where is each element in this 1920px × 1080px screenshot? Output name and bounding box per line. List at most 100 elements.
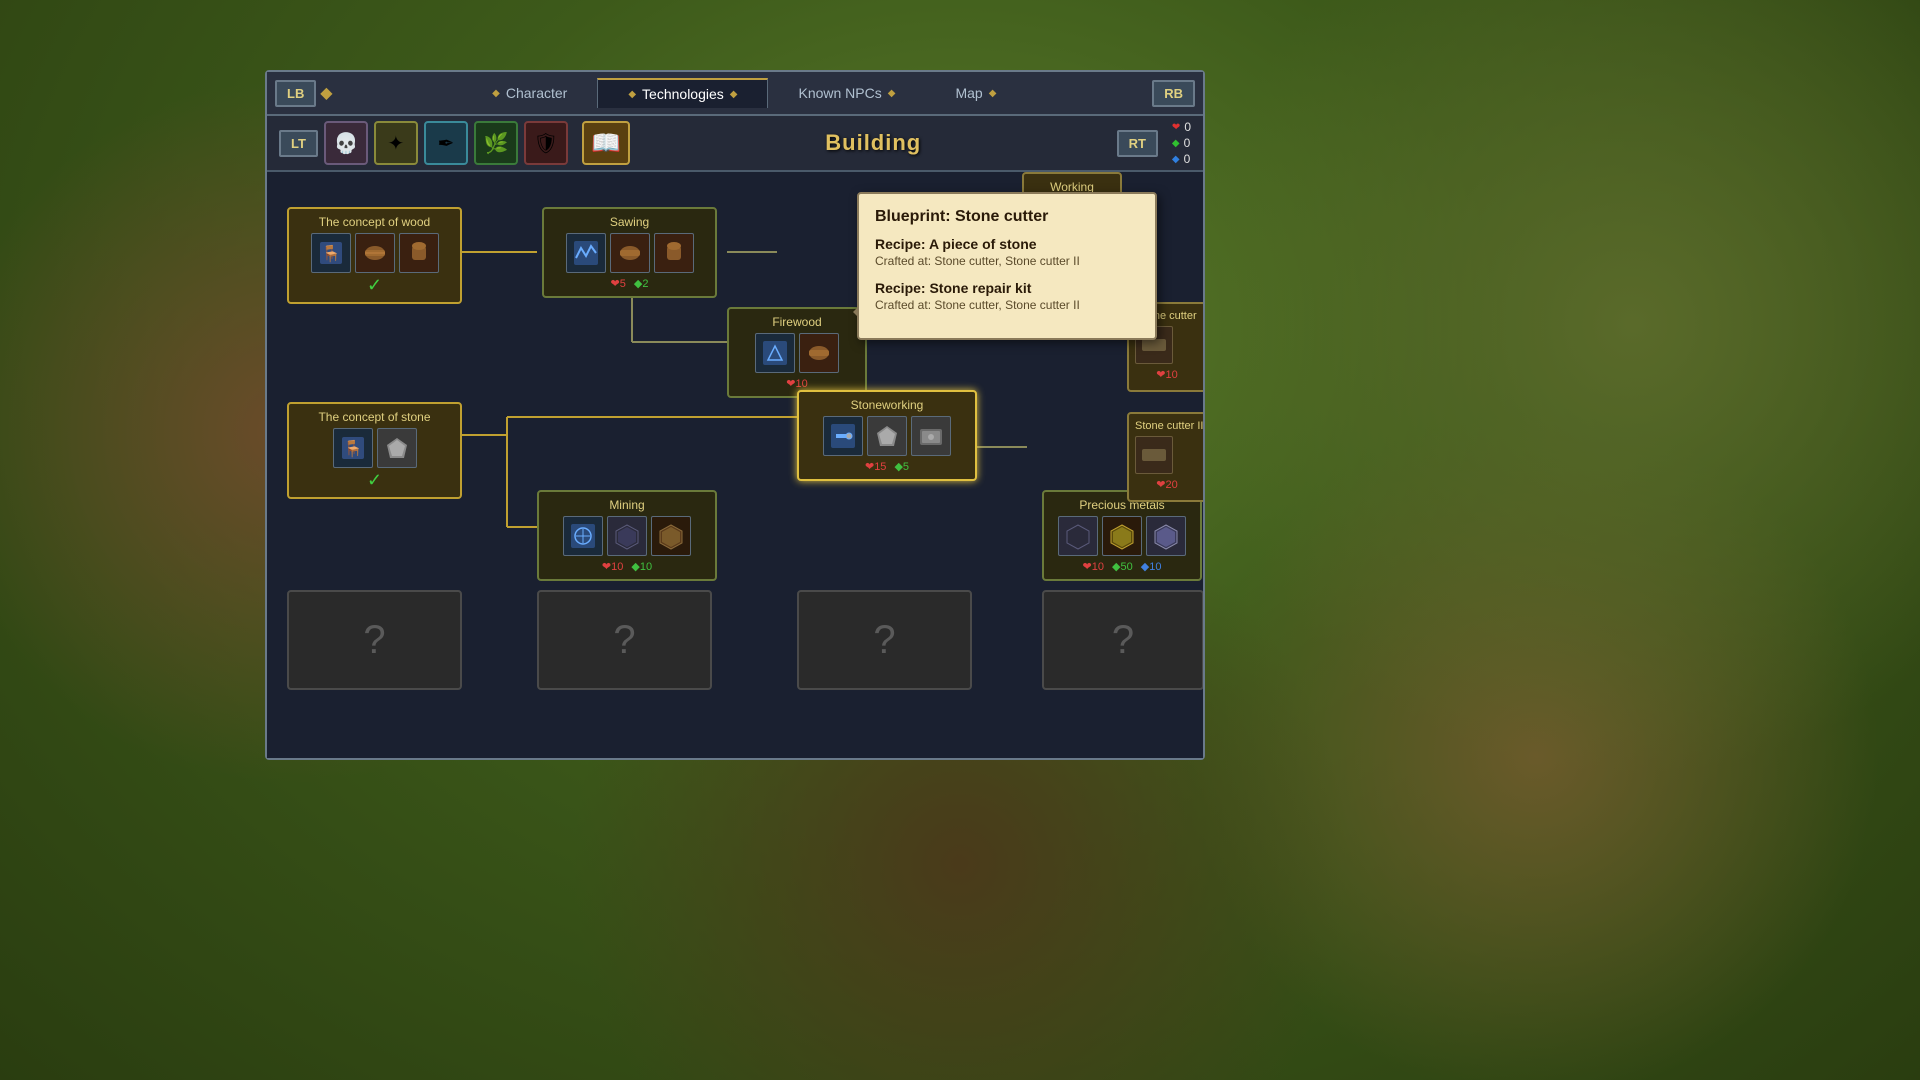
tooltip-title: Blueprint: Stone cutter bbox=[875, 208, 1139, 226]
stone-icon-2 bbox=[377, 428, 417, 468]
wood-icon-3 bbox=[399, 233, 439, 273]
precious-icon-2 bbox=[1102, 516, 1142, 556]
tooltip-recipe2-crafted: Crafted at: Stone cutter, Stone cutter I… bbox=[875, 298, 1139, 312]
tab-known-npcs[interactable]: Known NPCs ◆ bbox=[768, 78, 925, 108]
stoneworking-costs: ❤15 ◆5 bbox=[805, 460, 969, 473]
node-sawing[interactable]: Sawing bbox=[542, 207, 717, 298]
res-red-value: 0 bbox=[1184, 120, 1191, 134]
sawing-title: Sawing bbox=[550, 215, 709, 229]
lt-button[interactable]: LT bbox=[279, 130, 318, 157]
stonework-icon-3 bbox=[911, 416, 951, 456]
unknown-node-3[interactable]: ? bbox=[797, 590, 972, 690]
stone-checkmark: ✓ bbox=[295, 470, 454, 491]
sawing-icon-1 bbox=[566, 233, 606, 273]
stonework-icon-2 bbox=[867, 416, 907, 456]
mining-icon-1 bbox=[563, 516, 603, 556]
concept-wood-icons: 🪑 bbox=[295, 233, 454, 273]
stone-icon-1: 🪑 bbox=[333, 428, 373, 468]
wood-checkmark: ✓ bbox=[295, 275, 454, 296]
stonework-cost-green: ◆5 bbox=[894, 460, 909, 473]
node-concept-stone[interactable]: The concept of stone 🪑 ✓ bbox=[287, 402, 462, 499]
stoneworking-title: Stoneworking bbox=[805, 398, 969, 412]
sawing-icon-2 bbox=[610, 233, 650, 273]
unknown-node-4[interactable]: ? bbox=[1042, 590, 1203, 690]
category-title: Building bbox=[636, 130, 1111, 156]
mining-icon-3 bbox=[651, 516, 691, 556]
precious-cost-red: ❤10 bbox=[1083, 560, 1104, 573]
res-blue-value: 0 bbox=[1184, 152, 1191, 166]
mining-costs: ❤10 ◆10 bbox=[545, 560, 709, 573]
precious-metals-costs: ❤10 ◆50 ◆10 bbox=[1050, 560, 1194, 573]
nav-bar: LB ◆ ◆ Character ◆ Technologies ◆ Known … bbox=[267, 72, 1203, 116]
res-green-icon: ◆ bbox=[1172, 138, 1180, 149]
icon-sun[interactable]: ✦ bbox=[374, 121, 418, 165]
wood-icon-2 bbox=[355, 233, 395, 273]
icon-leaf[interactable]: 🌿 bbox=[474, 121, 518, 165]
res-blue-icon: ◆ bbox=[1172, 154, 1180, 165]
stonework-cost-red: ❤15 bbox=[865, 460, 886, 473]
firewood-icons bbox=[735, 333, 859, 373]
sawing-icons bbox=[550, 233, 709, 273]
node-mining[interactable]: Mining bbox=[537, 490, 717, 581]
node-stoneworking[interactable]: Stoneworking bbox=[797, 390, 977, 481]
firewood-title: Firewood bbox=[735, 315, 859, 329]
tab-map[interactable]: Map ◆ bbox=[925, 78, 1026, 108]
stoneworking-icons bbox=[805, 416, 969, 456]
node-firewood[interactable]: Firewood ❤10 bbox=[727, 307, 867, 398]
mining-title: Mining bbox=[545, 498, 709, 512]
sawing-cost-red: ❤5 bbox=[611, 277, 626, 290]
precious-cost-green: ◆50 bbox=[1112, 560, 1133, 573]
firewood-icon-1 bbox=[755, 333, 795, 373]
stonecutter2-title: Stone cutter II bbox=[1135, 420, 1199, 432]
unknown-node-1[interactable]: ? bbox=[287, 590, 462, 690]
wood-icon-1: 🪑 bbox=[311, 233, 351, 273]
tooltip-stone-cutter: Blueprint: Stone cutter Recipe: A piece … bbox=[857, 192, 1157, 340]
icon-feather[interactable]: ✒ bbox=[424, 121, 468, 165]
tooltip-recipe1-title: Recipe: A piece of stone bbox=[875, 236, 1139, 252]
svg-text:🪑: 🪑 bbox=[343, 439, 363, 458]
sawing-cost-green: ◆2 bbox=[634, 277, 649, 290]
tab-character[interactable]: ◆ Character bbox=[462, 78, 597, 108]
sawing-icon-3 bbox=[654, 233, 694, 273]
firewood-costs: ❤10 bbox=[735, 377, 859, 390]
svg-text:🪑: 🪑 bbox=[321, 244, 341, 263]
mining-icons bbox=[545, 516, 709, 556]
mining-cost-red: ❤10 bbox=[602, 560, 623, 573]
precious-icon-3 bbox=[1146, 516, 1186, 556]
precious-cost-blue: ◆10 bbox=[1141, 560, 1162, 573]
mining-icon-2 bbox=[607, 516, 647, 556]
concept-stone-title: The concept of stone bbox=[295, 410, 454, 424]
resource-green: ◆ 0 bbox=[1172, 136, 1191, 150]
stonework-icon-1 bbox=[823, 416, 863, 456]
firewood-cost-red: ❤10 bbox=[786, 377, 807, 390]
resource-blue: ◆ 0 bbox=[1172, 152, 1191, 166]
lb-button[interactable]: LB bbox=[275, 80, 316, 107]
concept-stone-icons: 🪑 bbox=[295, 428, 454, 468]
sawing-costs: ❤5 ◆2 bbox=[550, 277, 709, 290]
rt-button[interactable]: RT bbox=[1117, 130, 1158, 157]
rb-button[interactable]: RB bbox=[1152, 80, 1195, 107]
resource-display: ❤ 0 ◆ 0 ◆ 0 bbox=[1172, 120, 1191, 166]
tech-content: The concept of wood 🪑 bbox=[267, 172, 1203, 758]
unknown-node-2[interactable]: ? bbox=[537, 590, 712, 690]
res-red-icon: ❤ bbox=[1172, 122, 1180, 133]
resource-red: ❤ 0 bbox=[1172, 120, 1191, 134]
ui-panel: LB ◆ ◆ Character ◆ Technologies ◆ Known … bbox=[265, 70, 1205, 760]
nav-tabs: ◆ Character ◆ Technologies ◆ Known NPCs … bbox=[336, 78, 1152, 108]
icon-skull[interactable]: 💀 bbox=[324, 121, 368, 165]
tooltip-recipe1-crafted: Crafted at: Stone cutter, Stone cutter I… bbox=[875, 254, 1139, 268]
res-green-value: 0 bbox=[1184, 136, 1191, 150]
node-stonecutter2-partial[interactable]: Stone cutter II ❤20 bbox=[1127, 412, 1203, 502]
node-concept-wood[interactable]: The concept of wood 🪑 bbox=[287, 207, 462, 304]
tooltip-recipe2-title: Recipe: Stone repair kit bbox=[875, 280, 1139, 296]
icon-book[interactable]: 📖 bbox=[582, 121, 630, 165]
tab-technologies[interactable]: ◆ Technologies ◆ bbox=[597, 78, 768, 108]
icon-shield[interactable]: 🛡 bbox=[524, 121, 568, 165]
concept-wood-title: The concept of wood bbox=[295, 215, 454, 229]
node-precious-metals[interactable]: Precious metals bbox=[1042, 490, 1202, 581]
precious-icon-1 bbox=[1058, 516, 1098, 556]
firewood-icon-2 bbox=[799, 333, 839, 373]
icon-bar: LT 💀 ✦ ✒ 🌿 🛡 📖 Building RT ❤ 0 ◆ 0 ◆ 0 bbox=[267, 116, 1203, 172]
precious-metals-icons bbox=[1050, 516, 1194, 556]
mining-cost-green: ◆10 bbox=[631, 560, 652, 573]
